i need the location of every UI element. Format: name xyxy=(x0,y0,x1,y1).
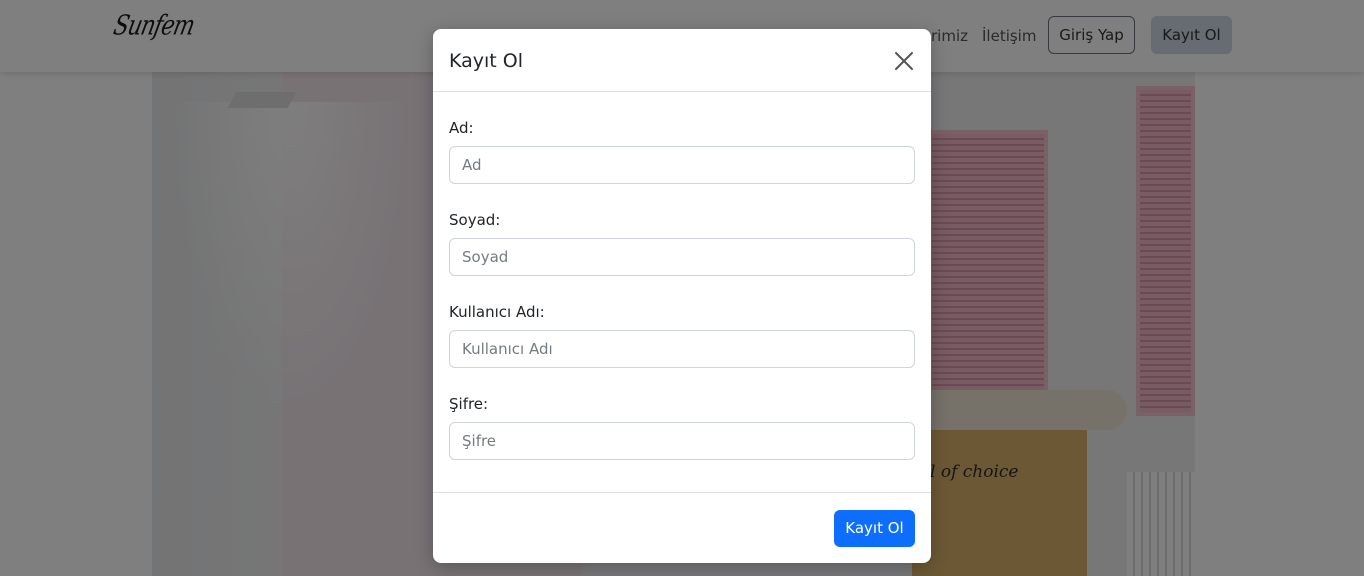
last-name-input[interactable] xyxy=(449,238,915,276)
close-button[interactable] xyxy=(891,48,917,74)
username-input[interactable] xyxy=(449,330,915,368)
first-name-label: Ad: xyxy=(449,119,474,137)
register-submit-button[interactable]: Kayıt Ol xyxy=(834,510,915,547)
username-label: Kullanıcı Adı: xyxy=(449,303,545,321)
first-name-input[interactable] xyxy=(449,146,915,184)
password-input[interactable] xyxy=(449,422,915,460)
modal-title: Kayıt Ol xyxy=(449,50,524,72)
password-label: Şifre: xyxy=(449,395,489,413)
modal-header: Kayıt Ol xyxy=(433,29,931,92)
register-modal: Kayıt Ol Ad: Soyad: Kullanıcı Adı: Şifre… xyxy=(433,29,931,563)
last-name-label: Soyad: xyxy=(449,211,501,229)
modal-footer: Kayıt Ol xyxy=(433,492,931,563)
close-icon xyxy=(895,52,913,70)
